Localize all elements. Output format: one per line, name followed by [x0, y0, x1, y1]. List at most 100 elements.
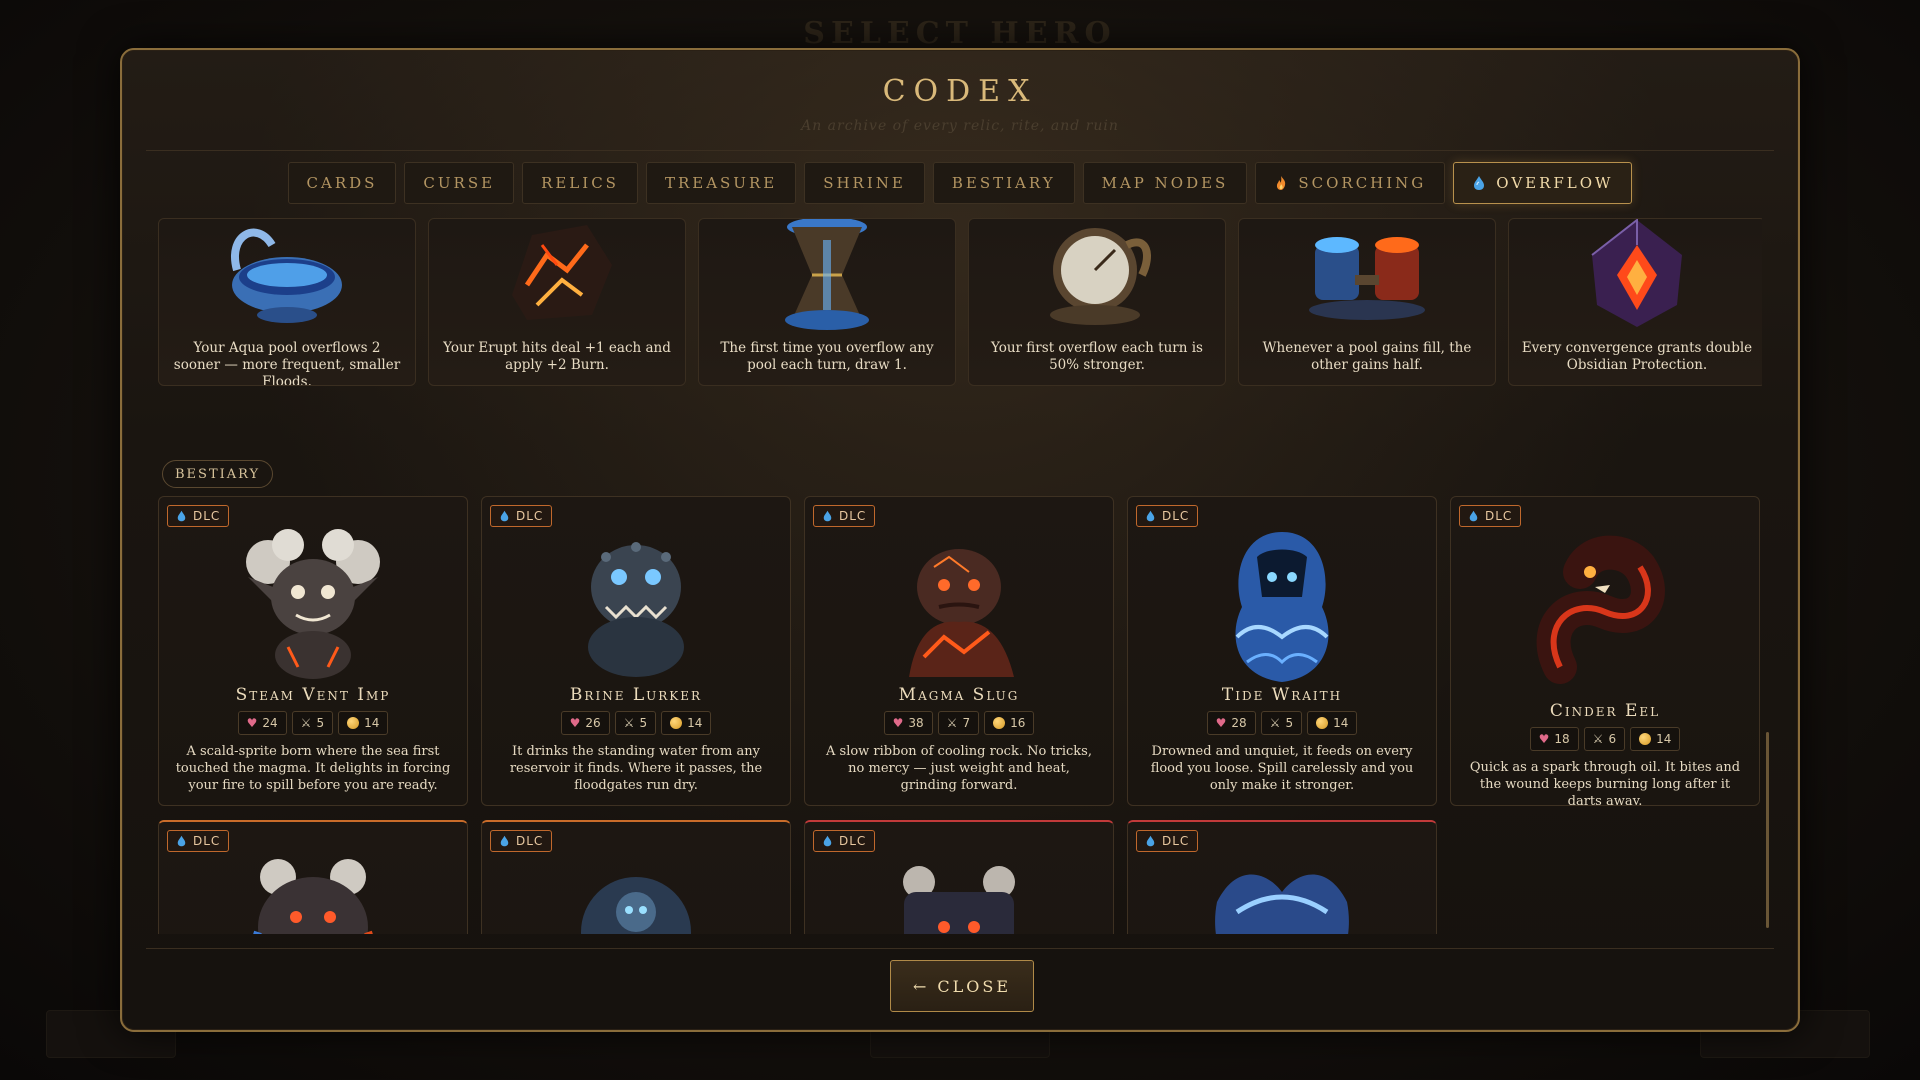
relic-card[interactable]: Your first overflow each turn is 50% str…: [968, 218, 1226, 386]
magma-stone-art: [512, 225, 612, 320]
water-drop-icon: [823, 835, 832, 847]
coin-icon: [347, 717, 360, 729]
relic-description: Every convergence grants double Obsidian…: [1521, 340, 1753, 373]
dlc-badge: DLC: [813, 505, 876, 527]
gold-stat: 16: [984, 711, 1035, 735]
water-drop-icon: [500, 510, 509, 522]
scrollbar-thumb[interactable]: [1766, 732, 1769, 928]
monster-stats: ♥ 18 ⚔ 6 14: [1451, 727, 1759, 751]
relic-card[interactable]: Your Aqua pool overflows 2 sooner — more…: [158, 218, 416, 386]
water-drop-icon: [177, 835, 186, 847]
codex-modal: CODEX An archive of every relic, rite, a…: [120, 48, 1800, 1032]
pressure-gauge-art: [1050, 228, 1151, 325]
codex-scroll-area[interactable]: Your Aqua pool overflows 2 sooner — more…: [158, 218, 1762, 934]
magma-slug-art: [909, 549, 1014, 677]
abyssal-leviathan-art: [1215, 874, 1349, 934]
relic-card[interactable]: Every convergence grants double Obsidian…: [1508, 218, 1762, 386]
codex-subtitle: An archive of every relic, rite, and rui…: [801, 118, 1119, 134]
dlc-badge: DLC: [167, 830, 230, 852]
monster-description: Drowned and unquiet, it feeds on every f…: [1150, 744, 1414, 793]
crossed-swords-icon: ⚔: [1269, 716, 1281, 730]
background-title: SELECT HERO: [803, 16, 1117, 51]
tide-wraith-art: [1235, 532, 1329, 682]
monster-stats: ♥ 26 ⚔ 5 14: [482, 711, 790, 735]
hp-stat: ♥ 26: [560, 711, 610, 735]
tab-scorching[interactable]: SCORCHING: [1255, 162, 1446, 204]
water-drop-icon: [1469, 510, 1478, 522]
monster-card[interactable]: DLC: [1127, 820, 1437, 934]
hp-stat: ♥ 28: [1206, 711, 1256, 735]
monster-description: It drinks the standing water from any re…: [509, 744, 763, 793]
water-drop-icon: [177, 510, 186, 522]
monster-name: Brine Lurker: [569, 685, 703, 705]
tab-map-nodes[interactable]: MAP NODES: [1082, 162, 1248, 204]
monster-description: Quick as a spark through oil. It bites a…: [1469, 760, 1741, 806]
coin-icon: [993, 717, 1006, 729]
coin-icon: [1639, 733, 1652, 745]
water-drop-icon: [500, 835, 509, 847]
heart-icon: ♥: [1538, 732, 1550, 746]
tab-shrine[interactable]: SHRINE: [804, 162, 925, 204]
water-drop-icon: [1146, 835, 1155, 847]
section-label-bestiary: BESTIARY: [162, 460, 274, 488]
dlc-badge: DLC: [1459, 505, 1522, 527]
tab-treasure[interactable]: TREASURE: [645, 162, 797, 204]
storm-golem-art: [253, 859, 373, 934]
codex-scrollbar[interactable]: [1766, 222, 1772, 934]
monster-card[interactable]: DLC: [481, 820, 791, 934]
tab-overflow[interactable]: OVERFLOW: [1453, 162, 1633, 204]
monster-card[interactable]: DLC: [804, 820, 1114, 934]
codex-title: CODEX: [882, 74, 1038, 109]
monster-stats: ♥ 24 ⚔ 5 14: [159, 711, 467, 735]
monster-stats: ♥ 28 ⚔ 5 14: [1128, 711, 1436, 735]
monster-description: A slow ribbon of cooling rock. No tricks…: [826, 744, 1092, 793]
dlc-badge: DLC: [490, 830, 553, 852]
attack-stat: ⚔ 5: [1260, 711, 1303, 735]
monster-card-steam-vent-imp[interactable]: DLC Steam Vent Imp ♥ 24 ⚔ 5 14 A scald-s…: [158, 496, 468, 806]
relic-description: Your Aqua pool overflows 2 sooner — more…: [173, 340, 401, 386]
monster-stats: ♥ 38 ⚔ 7 16: [805, 711, 1113, 735]
water-drop-icon: [1146, 510, 1155, 522]
twin-cauldrons-art: [1309, 237, 1425, 320]
close-button[interactable]: ← CLOSE: [890, 960, 1034, 1012]
tab-cards[interactable]: CARDS: [287, 162, 397, 204]
monster-card-brine-lurker[interactable]: DLC Brine Lurker ♥ 26 ⚔ 5 14 It drinks t…: [481, 496, 791, 806]
dlc-badge: DLC: [1136, 505, 1199, 527]
monster-description: A scald-sprite born where the sea first …: [175, 744, 451, 793]
gold-stat: 14: [1307, 711, 1358, 735]
footer-divider: [146, 948, 1774, 949]
crossed-swords-icon: ⚔: [623, 716, 635, 730]
tab-bestiary[interactable]: BESTIARY: [932, 162, 1075, 204]
bestiary-grid: DLC Steam Vent Imp ♥ 24 ⚔ 5 14 A scald-s…: [158, 496, 1760, 934]
monster-card-cinder-eel[interactable]: DLC Cinder Eel ♥ 18 ⚔ 6 14 Quick as a spar…: [1450, 496, 1760, 806]
monster-card-magma-slug[interactable]: DLC Magma Slug ♥ 38 ⚔ 7 16 A slow ribbon…: [804, 496, 1114, 806]
relic-card[interactable]: The first time you overflow any pool eac…: [698, 218, 956, 386]
attack-stat: ⚔ 6: [1583, 727, 1626, 751]
brine-lurker-art: [588, 542, 684, 677]
steam-imp-art: [246, 529, 380, 679]
tab-relics[interactable]: RELICS: [522, 162, 638, 204]
flame-icon: [1277, 176, 1286, 190]
coin-icon: [670, 717, 683, 729]
crossed-swords-icon: ⚔: [946, 716, 958, 730]
relic-description: Your Erupt hits deal +1 each and apply +…: [443, 340, 671, 373]
gold-stat: 14: [1630, 727, 1681, 751]
water-drop-icon: [1474, 176, 1485, 190]
crossed-swords-icon: ⚔: [1592, 732, 1604, 746]
monster-name: Magma Slug: [898, 685, 1020, 705]
heart-icon: ♥: [892, 716, 904, 730]
obsidian-crystal-art: [1591, 219, 1682, 327]
header-divider: [146, 150, 1774, 151]
relic-card[interactable]: Whenever a pool gains fill, the other ga…: [1238, 218, 1496, 386]
monster-card[interactable]: DLC: [158, 820, 468, 934]
monster-name: Cinder Eel: [1549, 701, 1661, 721]
attack-stat: ⚔ 7: [937, 711, 980, 735]
relic-card[interactable]: Your Erupt hits deal +1 each and apply +…: [428, 218, 686, 386]
monster-card-tide-wraith[interactable]: DLC Tide Wraith ♥ 28 ⚔ 5 14 Drowned and un…: [1127, 496, 1437, 806]
obsidian-colossus-art: [903, 866, 1015, 934]
monster-name: Steam Vent Imp: [235, 685, 391, 705]
cinder-eel-art: [1536, 535, 1665, 684]
relic-description: The first time you overflow any pool eac…: [720, 340, 934, 373]
aqua-basin-art: [231, 228, 342, 323]
tab-curse[interactable]: CURSE: [404, 162, 515, 204]
